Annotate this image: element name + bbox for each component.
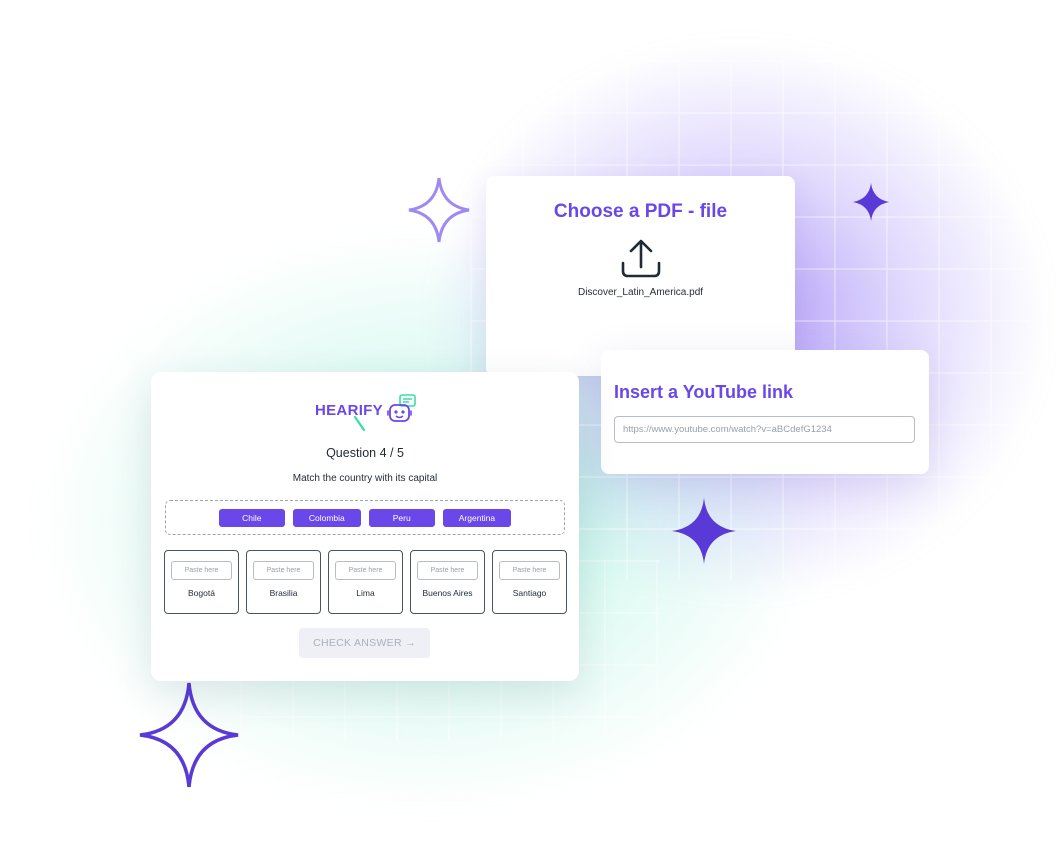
answer-slot: Paste here Bogotá (164, 550, 239, 614)
capital-label: Santiago (512, 588, 547, 598)
sparkle-icon-small (853, 183, 889, 221)
capital-label: Buenos Aires (422, 588, 473, 598)
upload-icon[interactable] (619, 237, 663, 279)
check-answer-button[interactable]: CHECK ANSWER → (299, 628, 430, 658)
answer-slot: Paste here Buenos Aires (410, 550, 485, 614)
sparkle-icon-light (408, 177, 470, 243)
country-chip[interactable]: Argentina (442, 508, 512, 527)
quiz-card: HEARIFY Question 4 / 5 Match the country… (151, 372, 579, 681)
sparkle-icon-outline-large (139, 682, 239, 788)
paste-drop-zone[interactable]: Paste here (417, 561, 478, 580)
question-instruction: Match the country with its capital (292, 473, 438, 484)
pdf-file-name: Discover_Latin_America.pdf (577, 287, 704, 298)
sparkle-icon-filled (672, 498, 736, 564)
capital-label: Bogotá (188, 588, 215, 598)
logo-accent-stroke (353, 416, 366, 432)
logo-text: HEARIFY (315, 402, 383, 419)
hearify-logo: HEARIFY (315, 394, 425, 432)
country-chip[interactable]: Peru (368, 508, 435, 527)
paste-drop-zone[interactable]: Paste here (171, 561, 232, 580)
youtube-link-input[interactable] (614, 416, 915, 443)
country-chip[interactable]: Chile (218, 508, 285, 527)
paste-drop-zone[interactable]: Paste here (335, 561, 396, 580)
robot-icon (387, 394, 416, 422)
country-chip-zone: Chile Colombia Peru Argentina (165, 500, 565, 535)
youtube-link-card: Insert a YouTube link (601, 350, 929, 474)
paste-drop-zone[interactable]: Paste here (499, 561, 560, 580)
capital-label: Lima (356, 588, 375, 598)
answer-slots: Paste here Bogotá Paste here Brasilia Pa… (164, 550, 567, 616)
answer-slot: Paste here Brasilia (246, 550, 321, 614)
pdf-upload-card[interactable]: Choose a PDF - file Discover_Latin_Ameri… (486, 176, 795, 376)
answer-slot: Paste here Santiago (492, 550, 567, 614)
pdf-card-title: Choose a PDF - file (553, 201, 728, 222)
question-counter: Question 4 / 5 (326, 446, 404, 460)
country-chip[interactable]: Colombia (292, 508, 361, 527)
youtube-card-title: Insert a YouTube link (614, 382, 794, 402)
paste-drop-zone[interactable]: Paste here (253, 561, 314, 580)
capital-label: Brasilia (269, 588, 298, 598)
answer-slot: Paste here Lima (328, 550, 403, 614)
